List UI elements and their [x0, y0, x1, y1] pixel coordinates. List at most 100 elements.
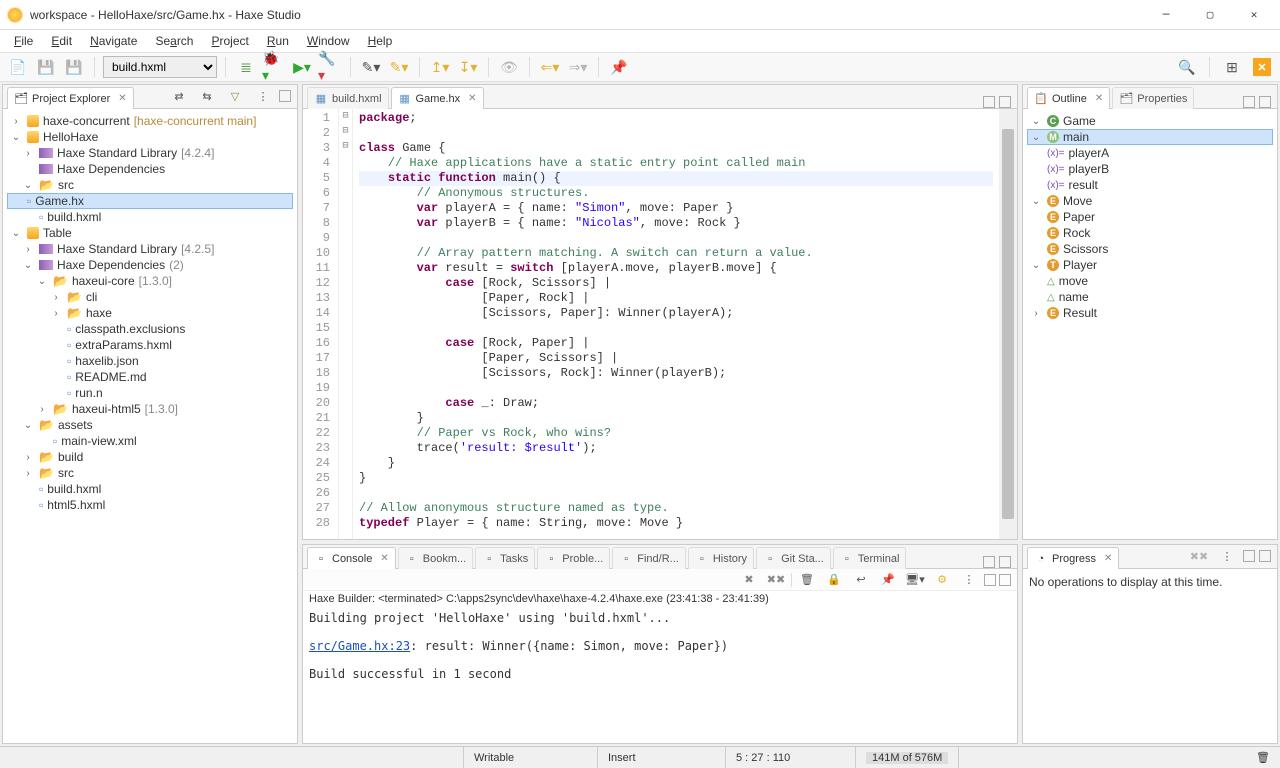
run-external-icon[interactable]: 🔧▾	[318, 55, 342, 79]
outline-item[interactable]: ›E Result	[1027, 305, 1273, 321]
tree-item[interactable]: ›📂 haxe	[7, 305, 293, 321]
tab-terminal[interactable]: ▫Terminal	[833, 547, 907, 569]
outline-item[interactable]: ⌄M main	[1027, 129, 1273, 145]
tab-find[interactable]: ▫Find/R...	[612, 547, 686, 569]
minimize-button[interactable]: ─	[1144, 1, 1188, 29]
tree-item[interactable]: ⌄📂 haxeui-core [1.3.0]	[7, 273, 293, 289]
new-icon[interactable]: 📄	[6, 55, 30, 79]
open-console-icon[interactable]: ⚙	[930, 568, 954, 592]
tree-item[interactable]: ▫ haxelib.json	[7, 353, 293, 369]
link-editor-icon[interactable]: ⇆	[195, 84, 219, 108]
highlight-icon[interactable]: ✎▾	[359, 55, 383, 79]
menu-project[interactable]: Project	[203, 32, 256, 50]
tab-console[interactable]: ▫Console✕	[307, 547, 396, 569]
minimize-panel-icon[interactable]	[1243, 550, 1255, 562]
menu-icon[interactable]: ⋮	[1215, 544, 1239, 568]
tree-item[interactable]: ›📂 cli	[7, 289, 293, 305]
project-explorer-tab[interactable]: 🗂 Project Explorer ✕	[7, 87, 134, 109]
tree-item[interactable]: ▫ README.md	[7, 369, 293, 385]
menu-icon[interactable]: ⋮	[251, 84, 275, 108]
build-config-select[interactable]: build.hxml	[103, 56, 217, 78]
outline-tab[interactable]: 📋 Outline ✕	[1027, 87, 1110, 109]
outline-item[interactable]: E Paper	[1027, 209, 1273, 225]
wrap-icon[interactable]: ↩	[849, 568, 873, 592]
close-button[interactable]: ✕	[1232, 1, 1276, 29]
back-icon[interactable]: ⇐▾	[538, 55, 562, 79]
tree-item[interactable]: ⌄ Haxe Dependencies (2)	[7, 257, 293, 273]
minimize-panel-icon[interactable]	[1243, 96, 1255, 108]
save-icon[interactable]: 💾	[34, 55, 58, 79]
next-annotation-icon[interactable]: ↧▾	[456, 55, 480, 79]
menu-file[interactable]: File	[6, 32, 41, 50]
outline-item[interactable]: (x)= playerB	[1027, 161, 1273, 177]
save-all-icon[interactable]: 💾	[62, 55, 86, 79]
haxe-perspective-icon[interactable]: ✕	[1250, 55, 1274, 79]
close-icon[interactable]: ✕	[468, 93, 476, 104]
tree-item[interactable]: ▫ main-view.xml	[7, 433, 293, 449]
maximize-editor-icon[interactable]	[999, 96, 1011, 108]
pin-console-icon[interactable]: 📌	[876, 568, 900, 592]
tree-item[interactable]: ▫ run.n	[7, 385, 293, 401]
tree-item[interactable]: Haxe Dependencies	[7, 161, 293, 177]
tab-build-hxml[interactable]: ▦ build.hxml	[307, 87, 389, 109]
close-icon[interactable]: ✕	[1104, 553, 1112, 564]
status-memory[interactable]: 141M of 576M	[856, 747, 959, 768]
close-icon[interactable]: ✕	[118, 93, 126, 104]
format-icon[interactable]: ≣	[234, 55, 258, 79]
outline-item[interactable]: ⌄E Move	[1027, 193, 1273, 209]
outline-item[interactable]: ⌄C Game	[1027, 113, 1273, 129]
menu-search[interactable]: Search	[147, 32, 201, 50]
maximize-panel-icon[interactable]	[999, 556, 1011, 568]
minimize-panel-icon[interactable]	[984, 574, 996, 586]
menu-help[interactable]: Help	[360, 32, 401, 50]
tree-item[interactable]: ⌄ Table	[7, 225, 293, 241]
editor-body[interactable]: 1234567891011121314151617181920212223242…	[303, 109, 1017, 539]
outline-item[interactable]: (x)= result	[1027, 177, 1273, 193]
tab-git[interactable]: ▫Git Sta...	[756, 547, 831, 569]
tree-item[interactable]: ▫ build.hxml	[7, 209, 293, 225]
outline-tree[interactable]: ⌄C Game⌄M main(x)= playerA(x)= playerB(x…	[1023, 109, 1277, 539]
tree-item[interactable]: ›📂 src	[7, 465, 293, 481]
tree-item[interactable]: › haxe-concurrent [haxe-concurrent main]	[7, 113, 293, 129]
minimize-panel-icon[interactable]	[983, 556, 995, 568]
properties-tab[interactable]: 🗂 Properties	[1112, 87, 1194, 109]
tab-game-hx[interactable]: ▦ Game.hx ✕	[391, 87, 484, 109]
console-output[interactable]: Building project 'HelloHaxe' using 'buil…	[303, 607, 1017, 743]
minimize-panel-icon[interactable]	[279, 90, 291, 102]
tab-history[interactable]: ▫History	[688, 547, 754, 569]
tab-bookmark[interactable]: ▫Bookm...	[398, 547, 473, 569]
close-icon[interactable]: ✕	[380, 553, 388, 564]
maximize-button[interactable]: ▢	[1188, 1, 1232, 29]
tree-item[interactable]: ▫ html5.hxml	[7, 497, 293, 513]
tree-item[interactable]: ▫ build.hxml	[7, 481, 293, 497]
pin-editor-icon[interactable]: 📌	[607, 55, 631, 79]
outline-item[interactable]: △ move	[1027, 273, 1273, 289]
menu-run[interactable]: Run	[259, 32, 297, 50]
remove-launch-icon[interactable]: ✖	[737, 568, 761, 592]
status-trash-icon[interactable]: 🗑	[1246, 747, 1280, 768]
remove-all-icon[interactable]: ✖✖	[764, 568, 788, 592]
maximize-panel-icon[interactable]	[999, 574, 1011, 586]
outline-item[interactable]: △ name	[1027, 289, 1273, 305]
tree-item[interactable]: ▫ classpath.exclusions	[7, 321, 293, 337]
menu-window[interactable]: Window	[299, 32, 358, 50]
editor-scrollbar[interactable]	[999, 109, 1017, 539]
collapse-all-icon[interactable]: ⇄	[167, 84, 191, 108]
open-perspective-icon[interactable]: ⊞	[1220, 55, 1244, 79]
tree-item[interactable]: ›📂 haxeui-html5 [1.3.0]	[7, 401, 293, 417]
debug-icon[interactable]: 🐞▾	[262, 55, 286, 79]
forward-icon[interactable]: ⇒▾	[566, 55, 590, 79]
minimize-editor-icon[interactable]	[983, 96, 995, 108]
tab-tasks[interactable]: ▫Tasks	[475, 547, 535, 569]
tab-problems[interactable]: ▫Proble...	[537, 547, 610, 569]
tree-item[interactable]: ▫ extraParams.hxml	[7, 337, 293, 353]
project-tree[interactable]: › haxe-concurrent [haxe-concurrent main]…	[3, 109, 297, 743]
run-icon[interactable]: ▶▾	[290, 55, 314, 79]
tree-item[interactable]: ›📂 build	[7, 449, 293, 465]
tree-item[interactable]: ⌄ HelloHaxe	[7, 129, 293, 145]
open-type-icon[interactable]: 👁	[497, 55, 521, 79]
clear-console-icon[interactable]: 🗑	[795, 568, 819, 592]
tree-item[interactable]: ▫ Game.hx	[7, 193, 293, 209]
tree-item[interactable]: › Haxe Standard Library [4.2.5]	[7, 241, 293, 257]
clear-progress-icon[interactable]: ✖✖	[1187, 544, 1211, 568]
